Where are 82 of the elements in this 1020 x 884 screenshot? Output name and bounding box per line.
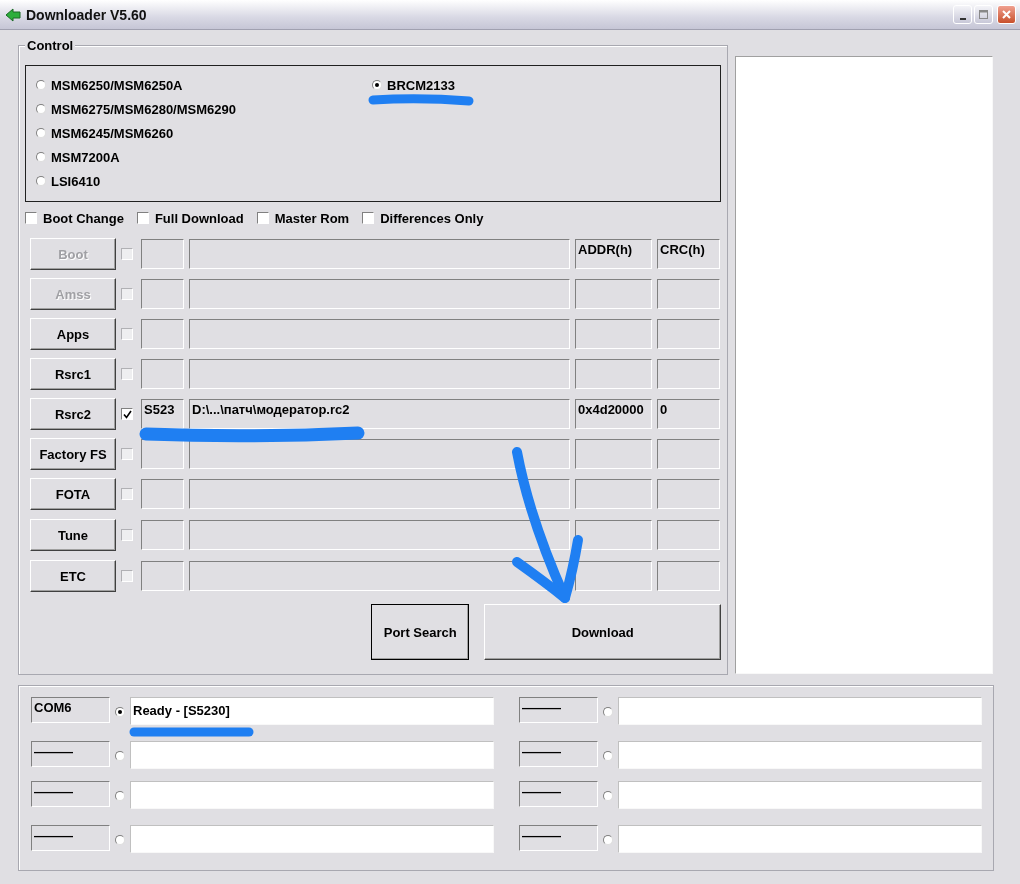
checkbox[interactable] (256, 212, 269, 224)
minimize-icon (959, 18, 966, 20)
maximize-icon (978, 9, 989, 20)
crc-field: 0 (657, 399, 720, 429)
address-field: ADDR(h) (575, 239, 652, 269)
model-field (141, 359, 184, 389)
radio-label[interactable]: MSM7200A (51, 149, 120, 165)
minimize-button[interactable] (953, 5, 972, 24)
radio-button[interactable] (603, 707, 613, 717)
checkbox-label[interactable]: Master Rom (274, 210, 350, 226)
group-title: Control (25, 38, 76, 53)
port-label: COM6 (31, 697, 110, 723)
model-field (141, 439, 184, 469)
port-label: ——— (519, 825, 598, 851)
address-field: 0x4d20000 (575, 399, 652, 429)
checkbox[interactable] (121, 570, 133, 582)
radio-button[interactable] (115, 835, 125, 845)
radio-button[interactable] (603, 751, 613, 761)
download-button[interactable]: Download (484, 604, 721, 660)
radio-button[interactable] (115, 791, 125, 801)
port-label: ——— (519, 781, 598, 807)
radio-label[interactable]: MSM6275/MSM6280/MSM6290 (51, 101, 236, 117)
port-label: ——— (31, 781, 110, 807)
radio-button[interactable] (36, 80, 46, 90)
crc-field (657, 359, 720, 389)
port-label: ——— (519, 697, 598, 723)
file-button[interactable]: Rsrc1 (30, 358, 116, 390)
checkbox[interactable] (121, 328, 133, 340)
radio-button[interactable] (115, 707, 125, 717)
crc-field (657, 479, 720, 509)
port-label: ——— (31, 741, 110, 767)
model-field (141, 239, 184, 269)
radio-label[interactable]: BRCM2133 (387, 77, 455, 93)
checkbox-label[interactable]: Boot Change (43, 210, 124, 226)
path-field: D:\...\патч\модератор.rc2 (189, 399, 570, 429)
checkbox[interactable] (121, 368, 133, 380)
checkbox-label[interactable]: Differences Only (380, 210, 484, 226)
checkbox[interactable] (121, 448, 133, 460)
close-icon (1001, 9, 1012, 20)
file-button[interactable]: ETC (30, 560, 116, 592)
checkbox[interactable] (121, 408, 133, 420)
radio-button[interactable] (115, 751, 125, 761)
close-button[interactable] (997, 5, 1016, 24)
radio-button[interactable] (36, 128, 46, 138)
status-field: Ready - [S5230] (130, 697, 494, 725)
checkbox[interactable] (121, 529, 133, 541)
checkbox[interactable] (25, 212, 37, 224)
radio-button[interactable] (603, 791, 613, 801)
model-field (141, 520, 184, 550)
model-field (141, 279, 184, 309)
model-field: S523 (141, 399, 184, 429)
model-field (141, 561, 184, 591)
model-field (141, 319, 184, 349)
crc-field (657, 520, 720, 550)
port-label: ——— (31, 825, 110, 851)
crc-field (657, 279, 720, 309)
radio-button[interactable] (36, 176, 46, 186)
file-button[interactable]: Tune (30, 519, 116, 551)
checkbox-label[interactable]: Full Download (154, 210, 244, 226)
crc-field (657, 439, 720, 469)
file-button[interactable]: FOTA (30, 478, 116, 510)
file-button[interactable]: Rsrc2 (30, 398, 116, 430)
radio-label[interactable]: MSM6245/MSM6260 (51, 125, 174, 141)
window-title: Downloader V5.60 (26, 6, 148, 23)
checkbox[interactable] (362, 212, 375, 224)
port-search-button[interactable]: Port Search (371, 604, 470, 660)
radio-button[interactable] (603, 835, 613, 845)
checkbox[interactable] (136, 212, 149, 224)
file-button[interactable]: Factory FS (30, 438, 116, 470)
model-field (141, 479, 184, 509)
radio-button[interactable] (372, 80, 382, 90)
radio-button[interactable] (36, 152, 46, 162)
checkbox[interactable] (121, 488, 133, 500)
crc-field (657, 561, 720, 591)
port-label: ——— (519, 741, 598, 767)
crc-field: CRC(h) (657, 239, 720, 269)
radio-label[interactable]: MSM6250/MSM6250A (51, 77, 183, 93)
crc-field (657, 319, 720, 349)
arrow-icon (5, 6, 21, 23)
radio-button[interactable] (36, 104, 46, 114)
radio-label[interactable]: LSI6410 (51, 173, 101, 189)
file-button[interactable]: Apps (30, 318, 116, 350)
